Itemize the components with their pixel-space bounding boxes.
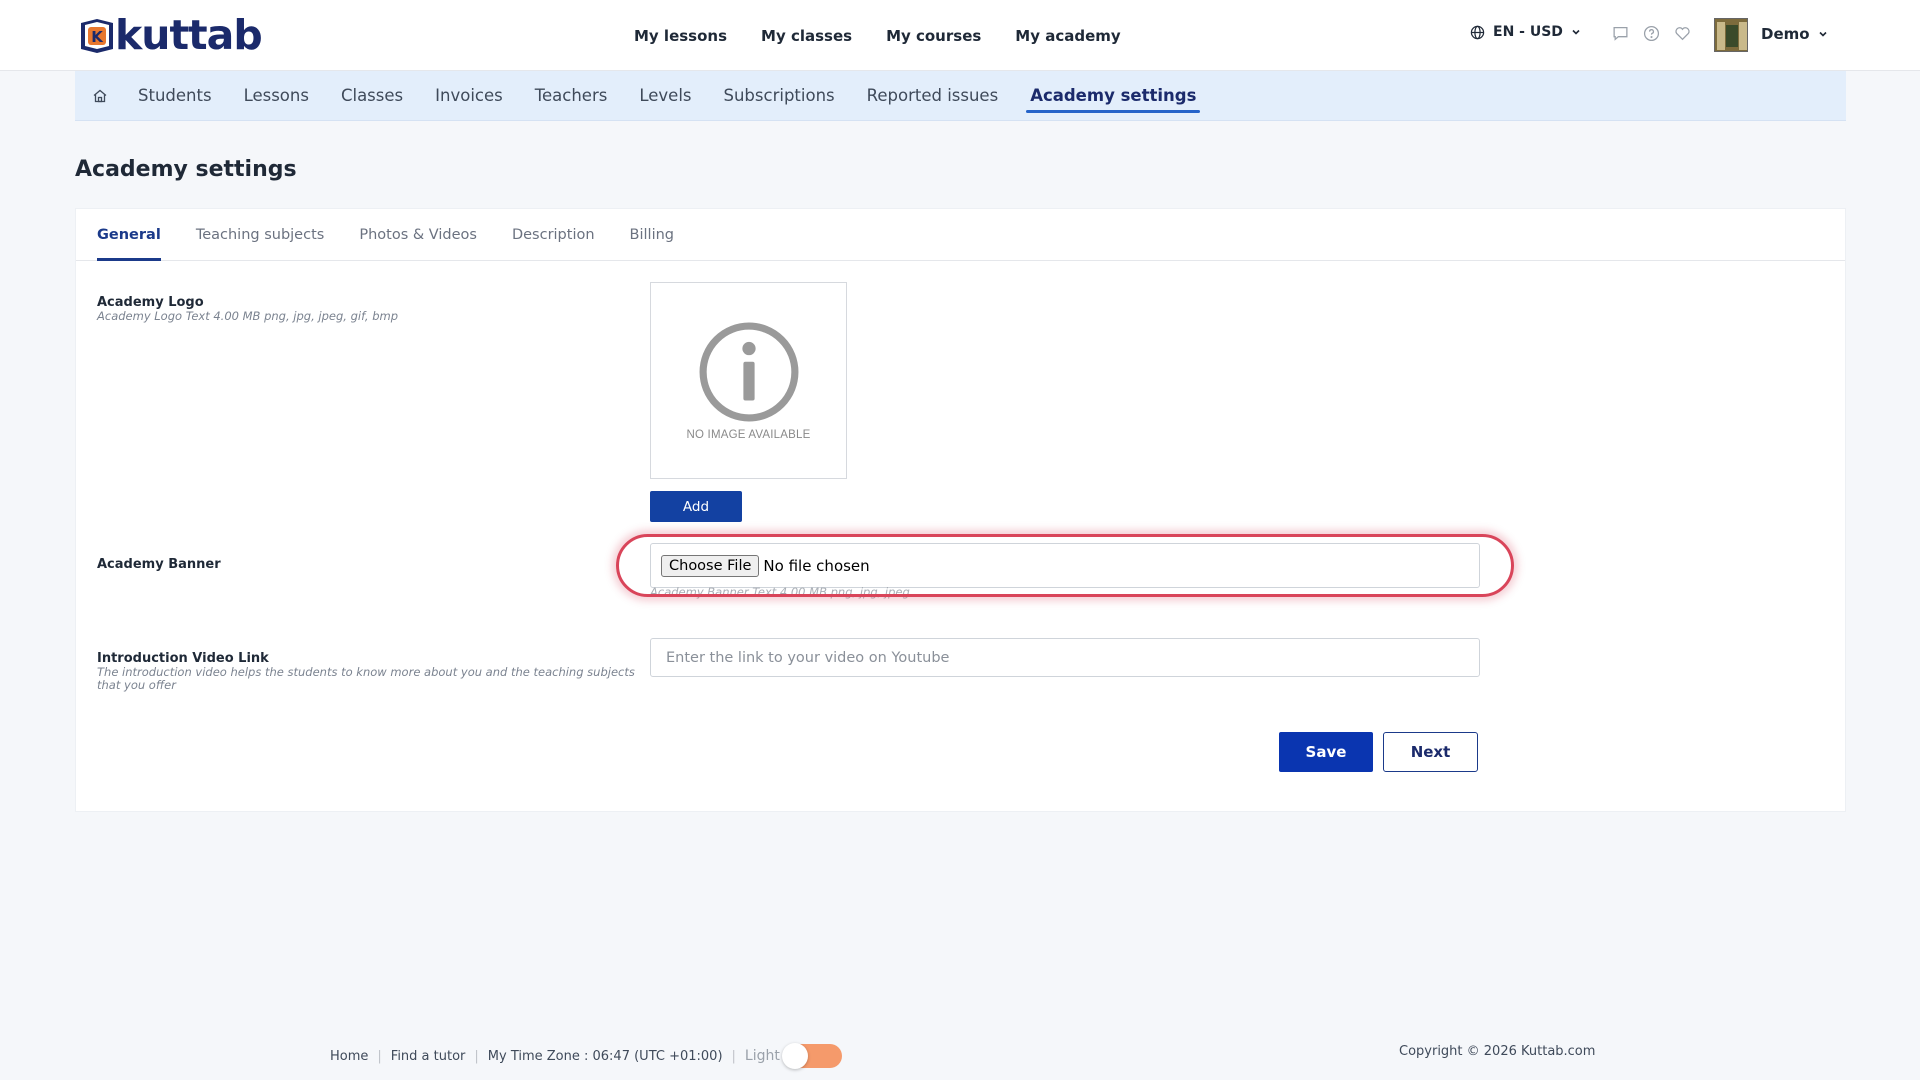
language-currency-selector[interactable]: EN - USD <box>1470 24 1581 40</box>
logo-preview: NO IMAGE AVAILABLE <box>650 282 847 479</box>
academy-logo-hint: Academy Logo Text 4.00 MB png, jpg, jpeg… <box>97 309 399 323</box>
tab-teaching-subjects[interactable]: Teaching subjects <box>196 209 325 260</box>
subnav-levels[interactable]: Levels <box>639 71 691 121</box>
theme-toggle[interactable] <box>781 1043 842 1069</box>
divider: | <box>731 1048 736 1064</box>
academy-subnav: Students Lessons Classes Invoices Teache… <box>75 71 1846 121</box>
help-icon[interactable] <box>1643 25 1660 42</box>
settings-card: General Teaching subjects Photos & Video… <box>75 208 1846 812</box>
banner-file-input[interactable]: Choose File No file chosen <box>650 543 1480 588</box>
tab-general[interactable]: General <box>97 209 161 261</box>
academy-logo-label: Academy Logo <box>97 295 204 310</box>
settings-tabs: General Teaching subjects Photos & Video… <box>76 209 1845 261</box>
chevron-down-icon <box>1572 29 1580 35</box>
academy-banner-label: Academy Banner <box>97 557 221 572</box>
tab-description[interactable]: Description <box>512 209 595 260</box>
book-logo-icon: K <box>81 19 113 53</box>
footer-links: Home | Find a tutor | My Time Zone : 06:… <box>330 1043 842 1069</box>
main-nav: My lessons My classes My courses My acad… <box>634 0 1121 71</box>
brand-name: kuttab <box>115 11 263 59</box>
language-currency-label: EN - USD <box>1493 24 1563 40</box>
save-button[interactable]: Save <box>1279 732 1373 772</box>
tab-photos-videos[interactable]: Photos & Videos <box>359 209 477 260</box>
video-link-input[interactable] <box>650 638 1480 677</box>
copyright: Copyright © 2026 Kuttab.com <box>1399 1044 1596 1059</box>
nav-my-lessons[interactable]: My lessons <box>634 27 727 45</box>
brand-logo[interactable]: K kuttab <box>77 11 263 59</box>
toggle-knob <box>781 1043 808 1069</box>
nav-my-classes[interactable]: My classes <box>761 27 852 45</box>
subnav-subscriptions[interactable]: Subscriptions <box>724 71 835 121</box>
nav-my-courses[interactable]: My courses <box>886 27 981 45</box>
globe-icon <box>1470 25 1485 39</box>
footer-timezone: My Time Zone : 06:47 (UTC +01:00) <box>487 1048 723 1064</box>
top-header: K kuttab My lessons My classes My course… <box>0 0 1920 71</box>
add-logo-button[interactable]: Add <box>650 491 742 522</box>
home-icon[interactable] <box>92 88 108 104</box>
choose-file-button[interactable]: Choose File <box>661 554 760 577</box>
footer-find-tutor-link[interactable]: Find a tutor <box>391 1049 466 1064</box>
subnav-academy-settings[interactable]: Academy settings <box>1026 71 1201 121</box>
subnav-classes[interactable]: Classes <box>341 71 403 121</box>
tab-billing[interactable]: Billing <box>630 209 674 260</box>
nav-my-academy[interactable]: My academy <box>1015 27 1120 45</box>
svg-text:K: K <box>91 28 104 46</box>
info-icon <box>699 322 798 421</box>
video-link-label: Introduction Video Link <box>97 651 269 666</box>
academy-banner-hint: Academy Banner Text 4.00 MB png, jpg, jp… <box>650 585 910 599</box>
no-image-text: NO IMAGE AVAILABLE <box>686 428 811 441</box>
chat-icon[interactable] <box>1612 25 1629 42</box>
next-button[interactable]: Next <box>1383 732 1478 772</box>
subnav-lessons[interactable]: Lessons <box>244 71 309 121</box>
footer-home-link[interactable]: Home <box>330 1049 368 1064</box>
subnav-teachers[interactable]: Teachers <box>535 71 608 121</box>
chevron-down-icon <box>1818 31 1827 37</box>
subnav-students[interactable]: Students <box>138 71 212 121</box>
divider: | <box>474 1048 479 1064</box>
video-link-hint: The introduction video helps the student… <box>97 665 635 692</box>
file-status: No file chosen <box>763 556 870 575</box>
heart-icon[interactable] <box>1674 25 1691 42</box>
avatar-image <box>1715 19 1747 51</box>
header-icons <box>1612 25 1691 42</box>
user-name: Demo <box>1761 25 1810 43</box>
page-title: Academy settings <box>75 157 297 182</box>
subnav-invoices[interactable]: Invoices <box>435 71 503 121</box>
subnav-reported-issues[interactable]: Reported issues <box>867 71 999 121</box>
theme-label: Light <box>744 1048 780 1064</box>
user-avatar[interactable] <box>1714 18 1748 52</box>
user-menu[interactable]: Demo <box>1761 25 1828 43</box>
divider: | <box>377 1048 382 1064</box>
